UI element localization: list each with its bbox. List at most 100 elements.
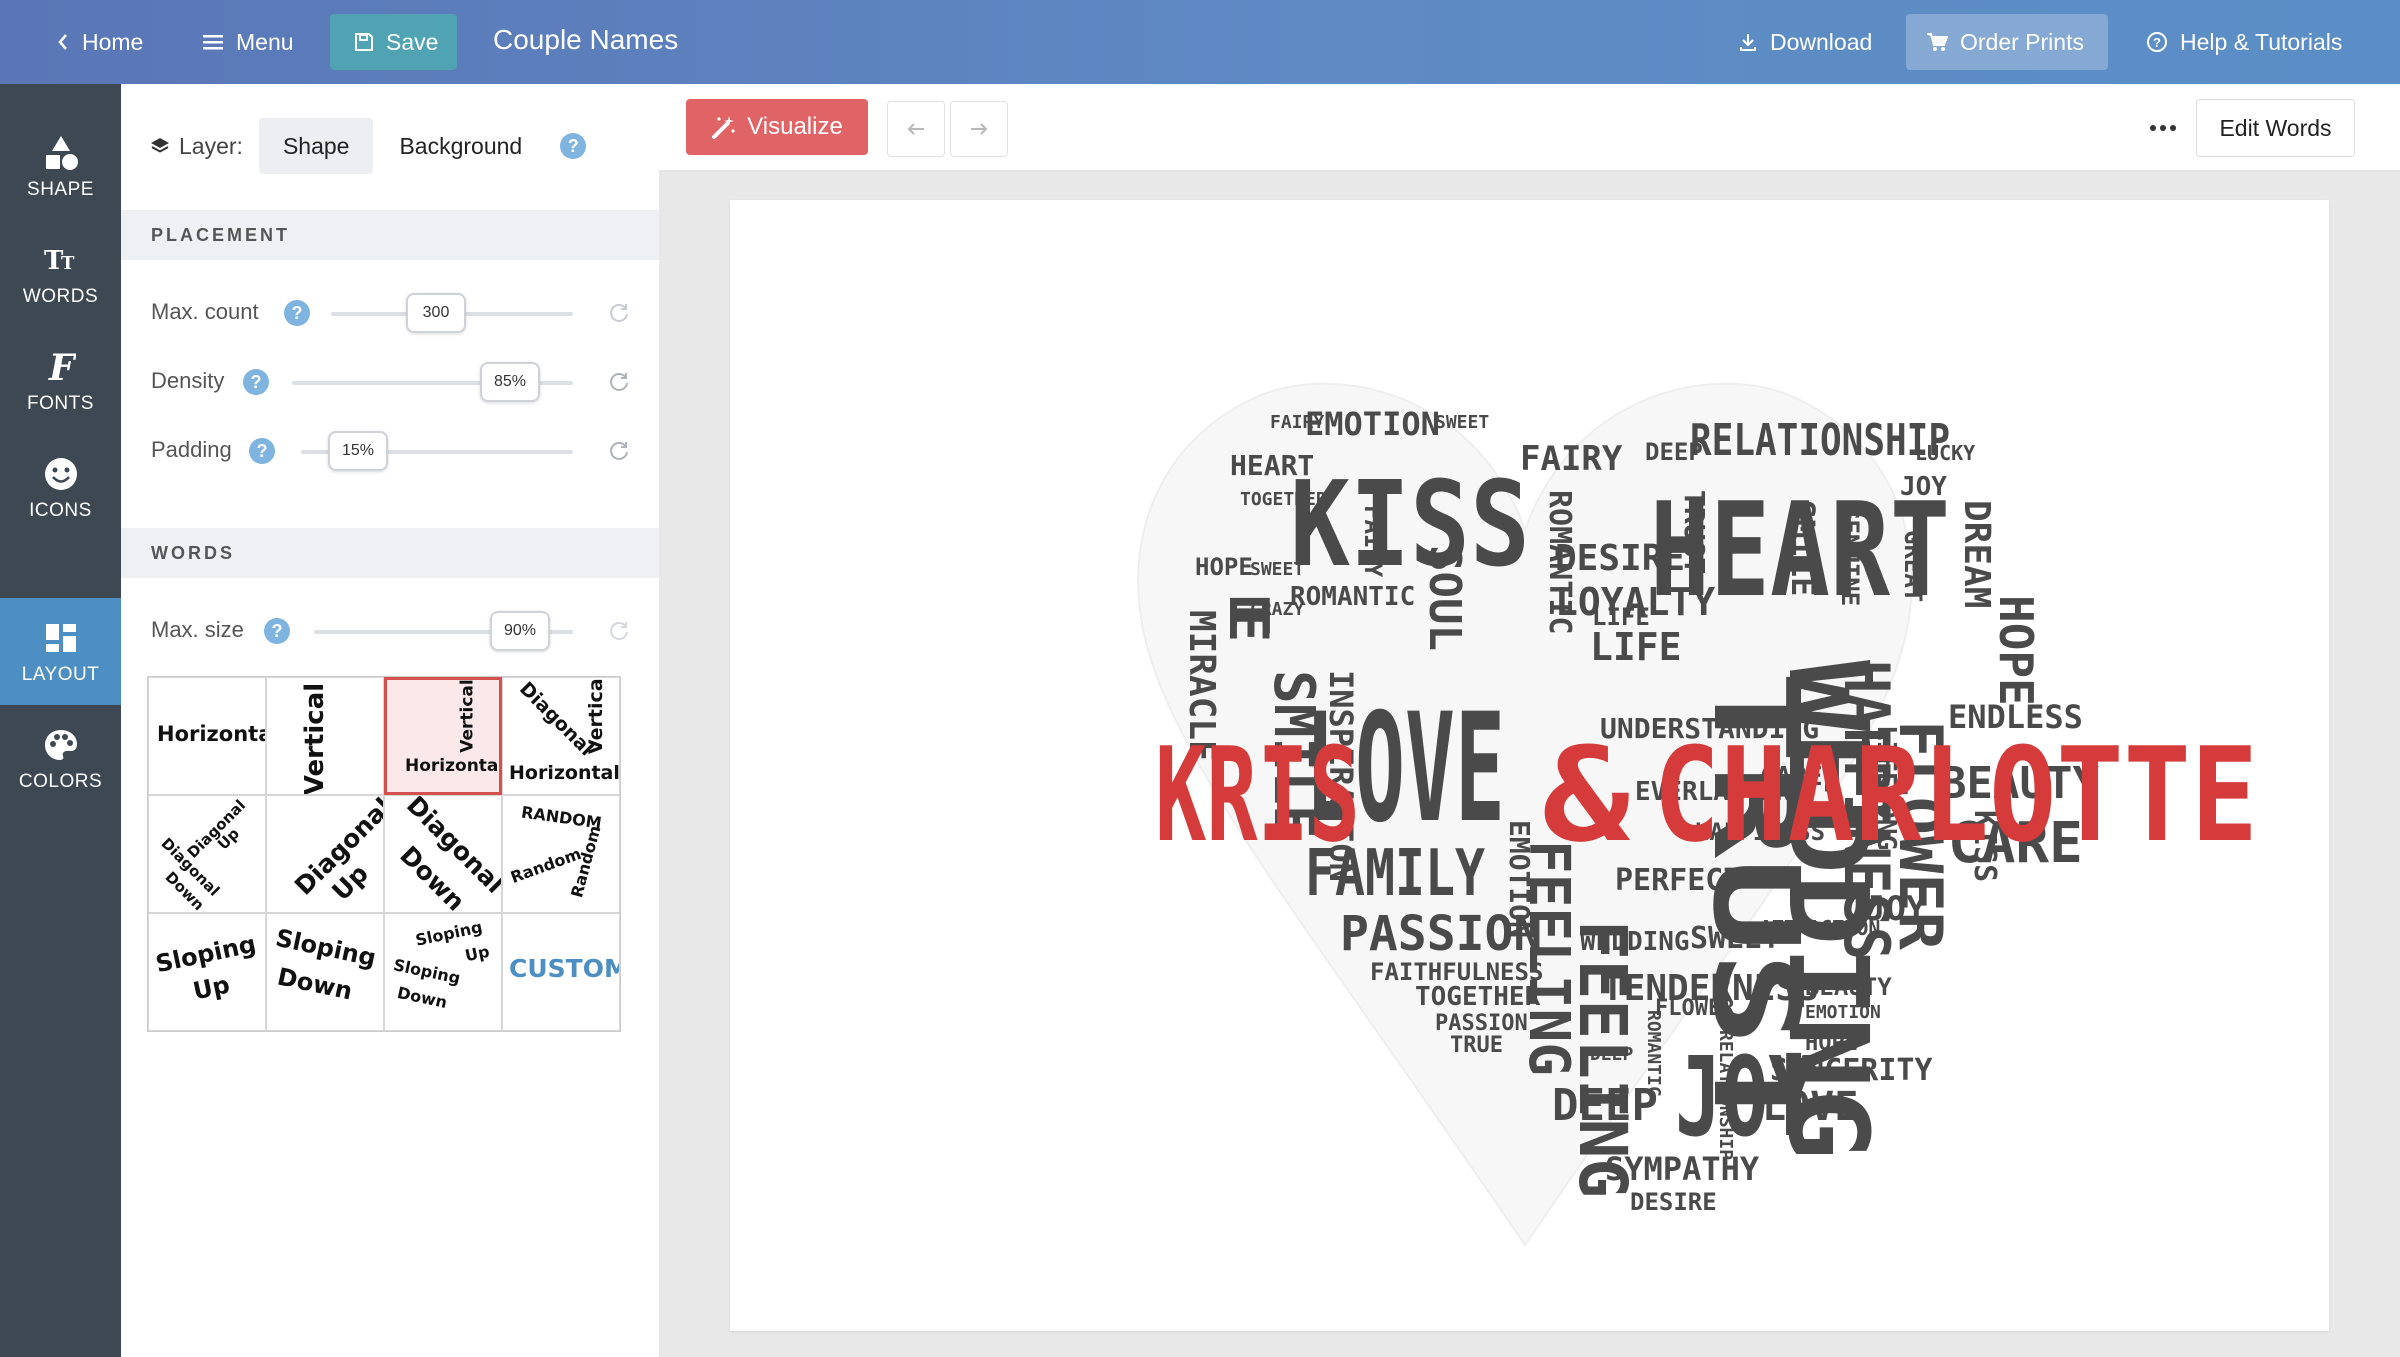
reset-icon[interactable] <box>607 439 631 463</box>
cloud-word: TRUST <box>1678 490 1711 574</box>
cloud-word: TOGETHER <box>1240 489 1327 510</box>
words-section-header: WORDS <box>121 528 659 578</box>
layout-option-sloping-mix[interactable]: Sloping Up Sloping Down <box>384 913 502 1031</box>
cloud-word: CRAZY <box>1250 599 1304 620</box>
layout-option-diagonal-down[interactable]: Diagonal Down <box>384 795 502 913</box>
rail-item-layout[interactable]: LAYOUT <box>0 598 121 705</box>
layout-option-diagonal-mix[interactable]: Diagonal Vertical Horizontal <box>502 677 620 795</box>
padding-thumb[interactable]: 15% <box>328 431 388 471</box>
help-tutorials-button[interactable]: ? Help & Tutorials <box>2126 14 2362 70</box>
rail-item-colors[interactable]: COLORS <box>0 705 121 812</box>
download-label: Download <box>1770 28 1873 55</box>
cloud-word: SWEET <box>1435 412 1489 433</box>
home-button[interactable]: Home <box>36 14 163 70</box>
save-button[interactable]: Save <box>330 14 457 70</box>
order-prints-label: Order Prints <box>1960 28 2084 55</box>
palette-icon <box>43 725 79 765</box>
artwork-canvas: EMOTION SWEET FAIRY HEART KISS TOGETHER … <box>730 200 2329 1331</box>
layout-option-custom[interactable]: CUSTOM <box>502 913 620 1031</box>
layers-icon <box>151 138 169 153</box>
density-slider-row: Density ? 85% <box>151 362 641 402</box>
smiley-icon <box>43 454 79 494</box>
edit-words-button[interactable]: Edit Words <box>2196 99 2355 157</box>
layout-option-vertical[interactable]: Vertical <box>266 677 384 795</box>
rail-item-words[interactable]: TT WORDS <box>0 220 121 327</box>
max-size-label: Max. size <box>151 617 244 642</box>
font-icon: F <box>46 347 76 387</box>
rail-item-icons[interactable]: ICONS <box>0 434 121 541</box>
cloud-word: WEDDING <box>1580 927 1690 957</box>
layout-word: Horizontal <box>157 722 265 746</box>
help-icon[interactable]: ? <box>249 438 275 464</box>
layout-option-sloping-up[interactable]: Sloping Up <box>148 913 266 1031</box>
layout-word: Up <box>463 941 492 966</box>
menu-label: Menu <box>236 28 294 55</box>
cloud-word: EMOTION <box>1305 405 1440 443</box>
document-title: Couple Names <box>493 24 679 55</box>
padding-label: Padding <box>151 437 232 462</box>
reset-icon[interactable] <box>607 619 631 643</box>
help-icon[interactable]: ? <box>264 618 290 644</box>
top-bar: Home Menu Save Couple Names Download Ord… <box>0 0 2400 84</box>
redo-button[interactable] <box>950 101 1008 157</box>
arrow-right-icon <box>971 123 988 135</box>
visualize-label: Visualize <box>747 113 843 140</box>
help-icon[interactable]: ? <box>560 133 587 159</box>
layer-label-text: Layer: <box>179 132 243 159</box>
rail-item-fonts[interactable]: F FONTS <box>0 327 121 434</box>
layout-options-grid: Horizontal Vertical Vertical Horizontal … <box>147 676 621 1032</box>
layer-tab-background[interactable]: Background <box>375 118 546 174</box>
help-icon[interactable]: ? <box>243 369 269 395</box>
layout-word: Down <box>395 982 449 1013</box>
reset-icon[interactable] <box>607 370 631 394</box>
rail-label-words: WORDS <box>22 285 99 307</box>
max-size-thumb[interactable]: 90% <box>490 611 550 651</box>
rail-label-layout: LAYOUT <box>21 663 100 685</box>
cloud-word: HOPE <box>1989 595 2043 706</box>
svg-text:F: F <box>48 348 76 386</box>
download-button[interactable]: Download <box>1718 14 1892 70</box>
svg-text:?: ? <box>2153 35 2161 50</box>
more-options-button[interactable] <box>2135 101 2191 155</box>
floppy-icon <box>355 33 373 51</box>
cloud-word: HOPE <box>1195 553 1253 581</box>
layout-word: Sloping <box>153 929 259 979</box>
cloud-word: DEEP <box>1552 1080 1658 1131</box>
layer-selector: Layer: Shape Background ? <box>149 118 587 174</box>
rail-label-shape: SHAPE <box>27 178 94 200</box>
tool-rail: SHAPE TT WORDS F FONTS ICONS LAYOUT COLO… <box>0 84 121 1357</box>
layout-option-diagonal-up[interactable]: Diagonal Up <box>266 795 384 913</box>
max-count-thumb[interactable]: 300 <box>406 293 466 333</box>
cloud-word: BEAUTY <box>1805 973 1892 1001</box>
text-icon: TT <box>44 240 78 280</box>
cloud-word: EMOTION <box>1805 1002 1881 1023</box>
arrow-left-icon <box>907 123 924 135</box>
canvas-toolbar: Visualize Edit Words <box>659 84 2400 172</box>
layout-option-horizontal[interactable]: Horizontal <box>148 677 266 795</box>
layout-word: Diagonal <box>183 796 250 862</box>
layout-option-sloping-down[interactable]: Sloping Down <box>266 913 384 1031</box>
layout-icon <box>44 618 78 658</box>
cloud-word: TOGETHER <box>1415 982 1541 1012</box>
visualize-button[interactable]: Visualize <box>686 99 868 155</box>
menu-button[interactable]: Menu <box>182 14 314 70</box>
cloud-name-2: CHARLOTTE <box>1653 719 2258 871</box>
layer-tab-shape[interactable]: Shape <box>258 118 374 174</box>
cloud-word: HOPE <box>1805 1031 1858 1056</box>
cloud-word: TRUE <box>1450 1033 1503 1058</box>
home-label: Home <box>82 28 144 55</box>
undo-button[interactable] <box>887 101 945 157</box>
density-thumb[interactable]: 85% <box>480 362 540 402</box>
layout-word: Vertical <box>300 682 331 795</box>
help-icon[interactable]: ? <box>284 300 310 326</box>
layout-option-horizontal-vertical[interactable]: Vertical Horizontal <box>384 677 502 795</box>
rail-item-shape[interactable]: SHAPE <box>0 113 121 220</box>
layout-word: Horizontal <box>509 762 620 784</box>
order-prints-button[interactable]: Order Prints <box>1906 14 2108 70</box>
layout-option-random[interactable]: RANDOM Random Random <box>502 795 620 913</box>
layout-option-diagonal-up-down[interactable]: Diagonal Up Diagonal Down <box>148 795 266 913</box>
cloud-word: LOYALTY <box>1555 580 1715 624</box>
reset-icon[interactable] <box>607 301 631 325</box>
question-circle-icon: ? <box>2147 32 2167 52</box>
cloud-word: SOUL <box>1419 545 1470 651</box>
